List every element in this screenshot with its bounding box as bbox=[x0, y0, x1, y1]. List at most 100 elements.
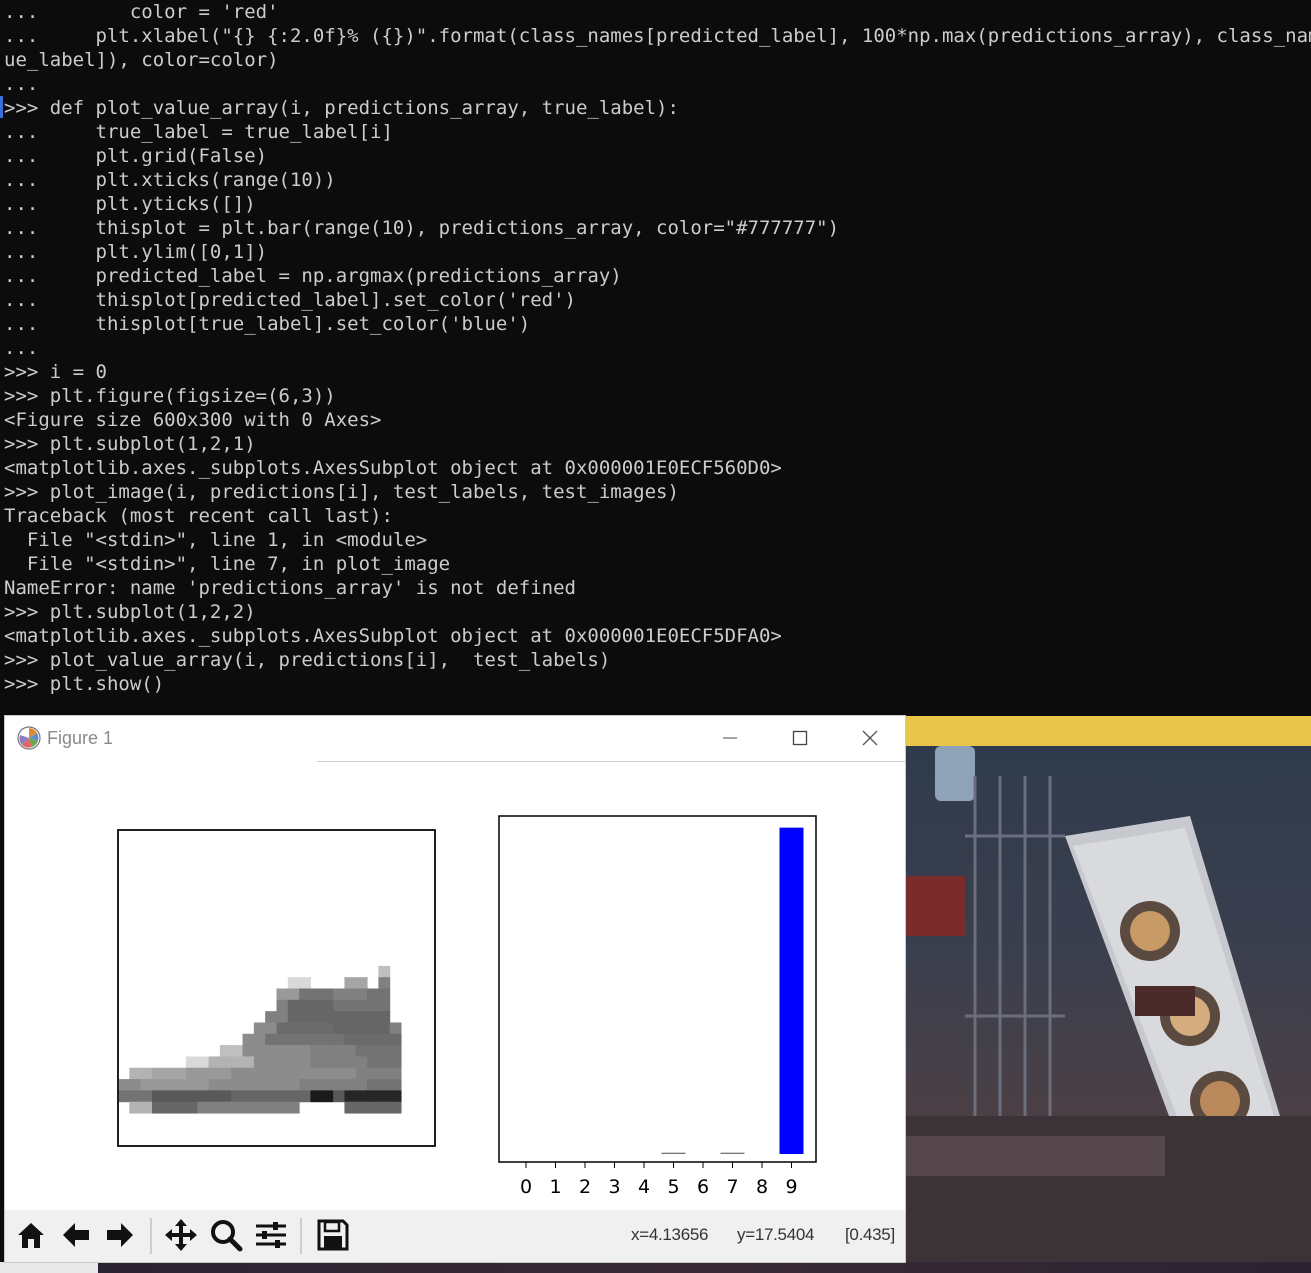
image-pixel bbox=[389, 1033, 402, 1046]
toolbar-separator bbox=[300, 1218, 302, 1254]
image-pixel bbox=[242, 1045, 255, 1057]
bar-5 bbox=[661, 1152, 686, 1154]
image-pixel bbox=[367, 1090, 379, 1103]
maximize-button[interactable] bbox=[765, 716, 835, 760]
image-pixel bbox=[276, 1090, 289, 1103]
image-pixel bbox=[333, 999, 345, 1012]
image-pixel bbox=[378, 1101, 391, 1114]
image-pixel bbox=[287, 1090, 300, 1103]
x-tick-label-7: 7 bbox=[726, 1176, 738, 1198]
home-button[interactable] bbox=[10, 1214, 52, 1256]
image-pixel bbox=[253, 1067, 266, 1080]
image-pixel bbox=[208, 1067, 221, 1080]
image-pixel bbox=[299, 988, 311, 1001]
image-pixel bbox=[151, 1090, 164, 1103]
image-pixel bbox=[378, 1067, 391, 1080]
image-pixel bbox=[163, 1067, 176, 1080]
image-pixel bbox=[231, 1090, 244, 1103]
image-pixel bbox=[378, 1056, 391, 1069]
image-pixel bbox=[333, 1022, 345, 1035]
image-pixel bbox=[310, 1022, 323, 1035]
image-pixel bbox=[197, 1079, 210, 1091]
terminal-window[interactable]: ... color = 'red' ... plt.xlabel("{} {:2… bbox=[0, 0, 1311, 716]
figure-svg: 0123456789 bbox=[117, 815, 817, 1198]
image-pixel bbox=[321, 1022, 334, 1035]
forward-button[interactable] bbox=[99, 1214, 141, 1256]
image-pixel bbox=[310, 1033, 323, 1046]
image-pixel bbox=[265, 1101, 277, 1114]
image-pixel bbox=[265, 1056, 277, 1069]
figure-window[interactable]: Figure 1 0123456789 x=4.13656 y=17.5404 … bbox=[5, 716, 905, 1262]
close-button[interactable] bbox=[835, 716, 905, 760]
image-pixel bbox=[344, 999, 357, 1012]
image-pixel bbox=[265, 1090, 277, 1103]
image-pixel bbox=[378, 1045, 391, 1057]
image-pixel bbox=[151, 1101, 164, 1114]
image-pixel bbox=[344, 1011, 357, 1023]
image-pixel bbox=[344, 1045, 357, 1057]
image-pixel bbox=[265, 1011, 277, 1023]
image-pixel bbox=[378, 977, 391, 989]
pixel-value-readout: [0.435] bbox=[845, 1225, 895, 1244]
image-pixel bbox=[310, 1045, 323, 1057]
pan-button[interactable] bbox=[160, 1214, 202, 1256]
image-pixel bbox=[151, 1079, 164, 1091]
cursor-x-readout: x=4.13656 bbox=[631, 1225, 709, 1244]
desktop-wallpaper bbox=[905, 716, 1311, 1273]
desktop-bottom-strip bbox=[98, 1262, 1311, 1273]
image-pixel bbox=[253, 1045, 266, 1057]
image-pixel bbox=[355, 999, 368, 1012]
x-tick-label-0: 0 bbox=[520, 1176, 532, 1198]
image-pixel bbox=[367, 1033, 379, 1046]
image-pixel bbox=[310, 1090, 323, 1103]
zoom-button[interactable] bbox=[205, 1214, 247, 1256]
figure-canvas[interactable]: 0123456789 bbox=[5, 762, 905, 1210]
x-axis-ticks: 0123456789 bbox=[520, 1162, 798, 1198]
bar-chart-axes: 0123456789 bbox=[498, 815, 817, 1198]
image-pixel bbox=[355, 1033, 368, 1046]
image-pixel bbox=[378, 1011, 391, 1023]
image-pixel bbox=[389, 1101, 402, 1114]
image-pixel bbox=[389, 1056, 402, 1069]
back-arrow-icon bbox=[63, 1223, 89, 1247]
close-icon bbox=[862, 730, 878, 746]
image-pixel bbox=[333, 1045, 345, 1057]
image-pixel bbox=[355, 1022, 368, 1035]
image-pixel bbox=[129, 1079, 142, 1091]
image-pixel bbox=[140, 1079, 153, 1091]
image-pixel bbox=[344, 1033, 357, 1046]
image-pixel bbox=[333, 1056, 345, 1069]
image-pixel bbox=[299, 1067, 311, 1080]
figure-titlebar[interactable]: Figure 1 bbox=[5, 716, 905, 760]
save-button[interactable] bbox=[312, 1214, 354, 1256]
maximize-icon bbox=[792, 730, 808, 746]
image-pixel bbox=[321, 1011, 334, 1023]
back-button[interactable] bbox=[55, 1214, 97, 1256]
minimize-button[interactable] bbox=[695, 716, 765, 760]
image-pixel bbox=[344, 988, 357, 1001]
image-pixel bbox=[253, 1079, 266, 1091]
image-pixel bbox=[367, 1045, 379, 1057]
image-pixel bbox=[344, 1022, 357, 1035]
pan-icon bbox=[165, 1219, 197, 1251]
image-pixel bbox=[310, 1079, 323, 1091]
image-pixel bbox=[321, 999, 334, 1012]
image-pixel bbox=[287, 1045, 300, 1057]
image-pixel bbox=[310, 999, 323, 1012]
image-pixel bbox=[367, 1056, 379, 1069]
image-pixel bbox=[253, 1033, 266, 1046]
image-pixel bbox=[185, 1067, 198, 1080]
image-pixel bbox=[299, 1022, 311, 1035]
image-pixel bbox=[276, 1101, 289, 1114]
bar-axes-background bbox=[499, 816, 816, 1162]
image-pixel bbox=[287, 1067, 300, 1080]
terminal-output[interactable]: ... color = 'red' ... plt.xlabel("{} {:2… bbox=[0, 0, 1311, 696]
image-pixel bbox=[344, 977, 357, 989]
image-pixel bbox=[299, 1011, 311, 1023]
configure-subplots-button[interactable] bbox=[250, 1214, 292, 1256]
image-pixel bbox=[287, 1011, 300, 1023]
image-pixel bbox=[378, 1033, 391, 1046]
image-pixel bbox=[163, 1101, 176, 1114]
image-pixel bbox=[321, 1045, 334, 1057]
image-pixel bbox=[242, 1079, 255, 1091]
